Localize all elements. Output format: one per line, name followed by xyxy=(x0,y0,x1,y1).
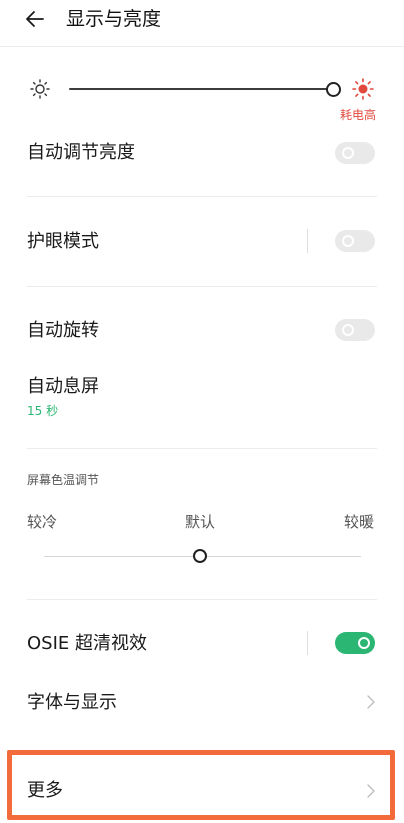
eye-protection-label: 护眼模式 xyxy=(27,231,99,252)
sun-filled-icon xyxy=(352,78,374,100)
chevron-right-icon[interactable] xyxy=(366,783,376,799)
eye-protection-toggle[interactable] xyxy=(335,230,375,252)
header-divider xyxy=(0,46,404,47)
screen-timeout-value: 15 秒 xyxy=(27,404,59,418)
font-display-label[interactable]: 字体与显示 xyxy=(27,692,117,714)
auto-rotate-label: 自动旋转 xyxy=(27,320,99,341)
screen-timeout-label[interactable]: 自动息屏 xyxy=(27,376,99,398)
osie-label: OSIE 超清视效 xyxy=(27,633,147,654)
toggle-knob xyxy=(342,324,354,336)
sun-outline-icon xyxy=(30,79,50,99)
color-temperature-section-label: 屏幕色温调节 xyxy=(27,473,100,487)
row-divider xyxy=(27,599,377,600)
more-label[interactable]: 更多 xyxy=(27,780,63,802)
arrow-left-icon[interactable] xyxy=(24,8,46,30)
row-divider xyxy=(27,196,377,197)
power-warning-label: 耗电高 xyxy=(339,108,376,122)
default-label: 默认 xyxy=(185,513,216,531)
cool-label: 较冷 xyxy=(27,513,58,531)
toggle-knob xyxy=(342,147,354,159)
auto-brightness-label: 自动调节亮度 xyxy=(27,142,135,163)
auto-brightness-toggle[interactable] xyxy=(335,142,375,164)
vertical-separator xyxy=(307,631,308,655)
toggle-knob xyxy=(358,637,370,649)
highlight-box xyxy=(7,750,395,820)
vertical-separator xyxy=(307,229,308,253)
chevron-right-icon[interactable] xyxy=(366,694,376,710)
color-temperature-slider-thumb[interactable] xyxy=(193,549,207,563)
osie-toggle[interactable] xyxy=(335,632,375,654)
auto-rotate-toggle[interactable] xyxy=(335,319,375,341)
page-title: 显示与亮度 xyxy=(66,8,162,30)
toggle-knob xyxy=(342,235,354,247)
row-divider xyxy=(27,448,377,449)
brightness-slider-thumb[interactable] xyxy=(326,82,341,97)
warm-label: 较暖 xyxy=(344,513,375,531)
brightness-slider-track[interactable] xyxy=(69,88,328,90)
row-divider xyxy=(27,286,377,287)
